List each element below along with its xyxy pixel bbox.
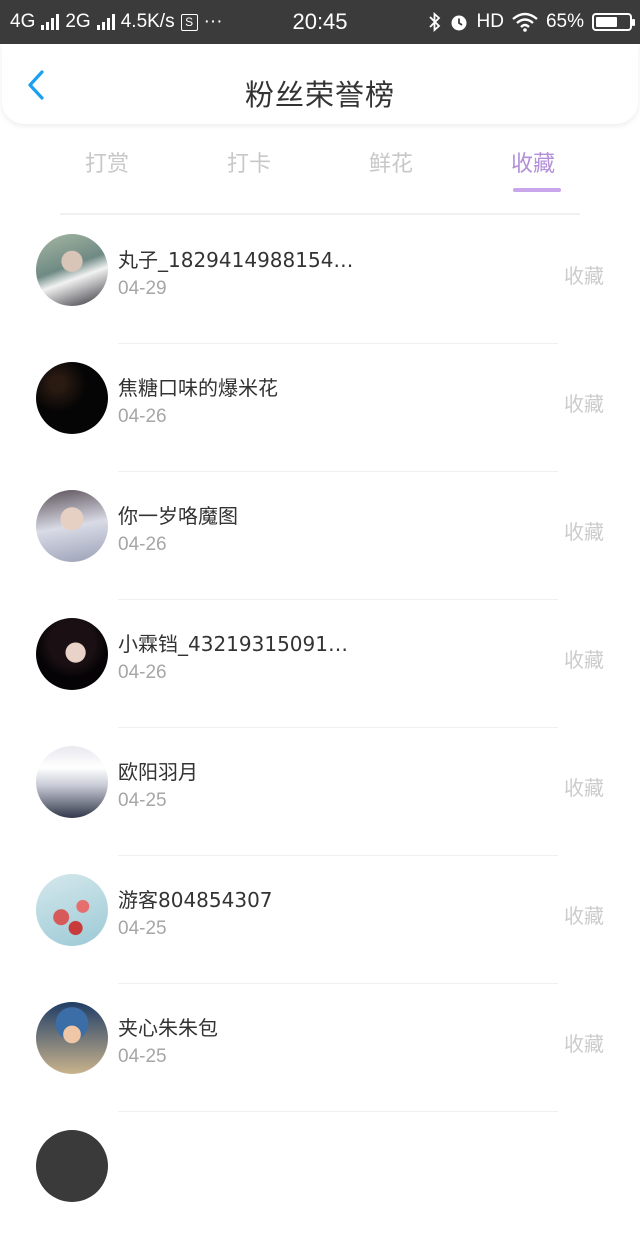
wifi-icon xyxy=(512,12,538,32)
battery-percent: 65% xyxy=(545,11,584,32)
header-bar: 粉丝荣誉榜 xyxy=(2,44,638,124)
action-label: 收藏 xyxy=(564,648,604,672)
page-title: 粉丝荣誉榜 xyxy=(244,78,395,112)
username: 你一岁咯魔图 xyxy=(118,504,238,528)
username: 焦糖口味的爆米花 xyxy=(118,376,278,400)
date: 04-25 xyxy=(118,918,167,939)
action-label: 收藏 xyxy=(564,904,604,928)
list-item[interactable]: 焦糖口味的爆米花 04-26 收藏 xyxy=(0,344,640,472)
avatar[interactable] xyxy=(36,1002,108,1074)
hd-label: HD xyxy=(476,11,504,32)
date: 04-25 xyxy=(118,1046,167,1067)
avatar[interactable] xyxy=(36,362,108,434)
tab-checkin[interactable]: 打卡 xyxy=(189,146,309,178)
action-label: 收藏 xyxy=(564,264,604,288)
username: 夹心朱朱包 xyxy=(118,1016,218,1040)
username: 游客804854307 xyxy=(118,888,273,912)
bluetooth-icon xyxy=(428,12,440,32)
date: 04-29 xyxy=(118,278,167,299)
avatar[interactable] xyxy=(36,874,108,946)
battery-icon xyxy=(592,13,635,31)
avatar[interactable] xyxy=(36,746,108,818)
list-item[interactable]: 你一岁咯魔图 04-26 收藏 xyxy=(0,472,640,600)
date: 04-26 xyxy=(118,662,167,683)
list-item[interactable]: 夹心朱朱包 04-25 收藏 xyxy=(0,984,640,1112)
list-item[interactable]: 丸子_1829414988154… 04-29 收藏 xyxy=(0,216,640,344)
avatar[interactable] xyxy=(36,234,108,306)
tab-favorites[interactable]: 收藏 xyxy=(473,146,593,192)
tab-bar: 打赏 打卡 鲜花 收藏 xyxy=(0,132,640,202)
action-label: 收藏 xyxy=(564,1032,604,1056)
tab-favorites-label: 收藏 xyxy=(510,152,555,177)
tab-flowers[interactable]: 鲜花 xyxy=(331,146,451,178)
username: 丸子_1829414988154… xyxy=(118,248,354,272)
date: 04-26 xyxy=(118,406,167,427)
fan-list: 丸子_1829414988154… 04-29 收藏 焦糖口味的爆米花 04-2… xyxy=(0,216,640,1240)
list-item[interactable]: 欧阳羽月 04-25 收藏 xyxy=(0,728,640,856)
avatar[interactable] xyxy=(36,618,108,690)
list-item[interactable]: 小霖铛_43219315091… 04-26 收藏 xyxy=(0,600,640,728)
status-bar: 4G 2G 4.5K/s S ··· 20:45 HD 65% xyxy=(0,0,640,44)
list-item-partial[interactable] xyxy=(0,1112,640,1240)
action-label: 收藏 xyxy=(564,392,604,416)
action-label: 收藏 xyxy=(564,520,604,544)
username: 小霖铛_43219315091… xyxy=(118,632,348,656)
list-item[interactable]: 游客804854307 04-25 收藏 xyxy=(0,856,640,984)
tab-divider xyxy=(60,213,580,215)
tab-reward[interactable]: 打赏 xyxy=(47,146,167,178)
avatar[interactable] xyxy=(36,490,108,562)
username: 欧阳羽月 xyxy=(118,760,198,784)
active-tab-indicator xyxy=(513,188,561,192)
date: 04-26 xyxy=(118,534,167,555)
avatar[interactable] xyxy=(36,1130,108,1202)
date: 04-25 xyxy=(118,790,167,811)
action-label: 收藏 xyxy=(564,776,604,800)
alarm-icon xyxy=(451,15,467,31)
status-right: HD 65% xyxy=(428,11,635,33)
